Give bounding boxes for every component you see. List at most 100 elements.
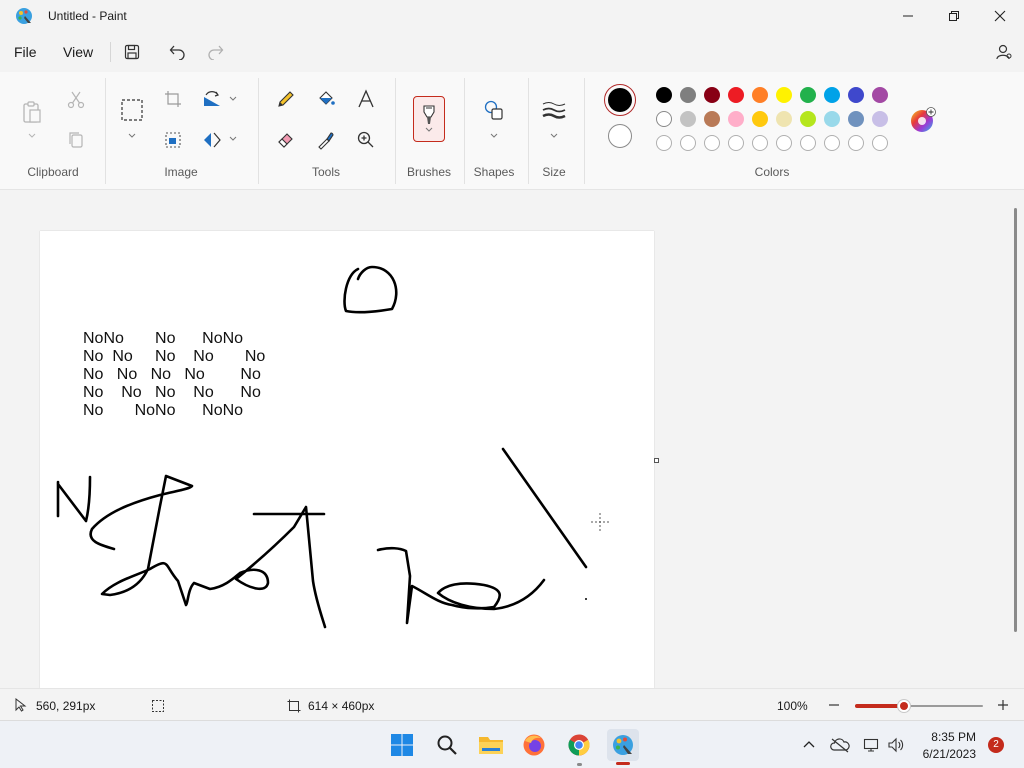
save-icon[interactable] <box>120 40 144 64</box>
fill-icon[interactable] <box>314 87 338 111</box>
zoom-out-button[interactable] <box>827 698 841 715</box>
show-hidden-icons-button[interactable] <box>799 735 819 755</box>
palette-color-swatch[interactable] <box>848 111 864 127</box>
palette-color-swatch[interactable] <box>680 111 696 127</box>
stroke-dot <box>585 598 587 600</box>
plus-icon <box>998 700 1008 710</box>
paste-chevron-icon[interactable] <box>27 131 37 141</box>
notification-badge[interactable]: 2 <box>988 737 1004 753</box>
palette-color-swatch[interactable] <box>752 87 768 103</box>
minus-icon <box>829 704 839 706</box>
stroke-letter-n <box>56 475 92 523</box>
stroke-circle <box>343 265 398 314</box>
zoom-in-button[interactable] <box>996 698 1010 715</box>
firefox-button[interactable] <box>518 729 550 761</box>
restore-button[interactable] <box>931 0 977 32</box>
stroke-diagonal-line <box>501 447 588 569</box>
palette-color-swatch[interactable] <box>800 87 816 103</box>
eraser-icon[interactable] <box>274 128 298 152</box>
rotate-chevron-icon[interactable] <box>228 94 238 104</box>
vertical-scrollbar[interactable] <box>1014 208 1017 632</box>
palette-color-swatch[interactable] <box>704 87 720 103</box>
account-settings-icon[interactable] <box>992 40 1016 64</box>
volume-icon[interactable] <box>886 735 906 755</box>
select-icon[interactable] <box>120 98 144 122</box>
tools-group-label: Tools <box>311 165 340 179</box>
network-icon[interactable] <box>862 735 882 755</box>
palette-color-swatch[interactable] <box>824 135 840 151</box>
palette-color-swatch[interactable] <box>872 135 888 151</box>
undo-icon[interactable] <box>165 40 189 64</box>
rotate-icon[interactable] <box>200 87 224 111</box>
clock-time[interactable]: 8:35 PM <box>924 730 976 744</box>
palette-color-swatch[interactable] <box>848 87 864 103</box>
chrome-button[interactable] <box>563 729 595 761</box>
menu-divider <box>110 42 111 62</box>
drawing-canvas[interactable]: NoNo No NoNo No No No No No No No No No … <box>40 231 654 688</box>
palette-color-swatch[interactable] <box>728 87 744 103</box>
redo-icon[interactable] <box>204 40 228 64</box>
onedrive-icon[interactable] <box>830 735 850 755</box>
view-menu[interactable]: View <box>63 44 93 60</box>
palette-color-swatch[interactable] <box>848 135 864 151</box>
palette-color-swatch[interactable] <box>824 111 840 127</box>
zoom-slider-thumb[interactable] <box>896 699 911 713</box>
flip-icon[interactable] <box>200 128 224 152</box>
size-chevron-icon[interactable] <box>549 131 559 141</box>
palette-color-swatch[interactable] <box>776 87 792 103</box>
select-chevron-icon[interactable] <box>127 131 137 141</box>
paste-icon[interactable] <box>20 98 44 126</box>
shapes-icon[interactable] <box>482 98 506 122</box>
window-title: Untitled - Paint <box>48 9 127 23</box>
chrome-running-indicator <box>577 763 582 766</box>
palette-color-swatch[interactable] <box>656 111 672 127</box>
group-divider <box>584 78 585 184</box>
stroke-scribble-2 <box>376 546 546 625</box>
text-icon[interactable] <box>354 87 378 111</box>
canvas-resize-handle[interactable] <box>654 458 659 463</box>
cut-icon[interactable] <box>64 88 88 112</box>
palette-color-swatch[interactable] <box>680 135 696 151</box>
brushes-chevron-icon <box>425 127 433 132</box>
close-button[interactable] <box>977 0 1023 32</box>
palette-color-swatch[interactable] <box>680 87 696 103</box>
canvas-size: 614 × 460px <box>308 699 375 713</box>
start-button[interactable] <box>386 729 418 761</box>
magnifier-icon[interactable] <box>354 128 378 152</box>
flip-chevron-icon[interactable] <box>228 134 238 144</box>
minimize-button[interactable] <box>885 0 931 32</box>
shapes-chevron-icon[interactable] <box>489 131 499 141</box>
palette-color-swatch[interactable] <box>752 111 768 127</box>
palette-color-swatch[interactable] <box>800 111 816 127</box>
palette-color-swatch[interactable] <box>872 111 888 127</box>
palette-color-swatch[interactable] <box>704 135 720 151</box>
palette-color-swatch[interactable] <box>800 135 816 151</box>
edit-colors-icon[interactable] <box>910 107 936 133</box>
folder-icon <box>479 737 503 754</box>
resize-icon[interactable] <box>161 128 185 152</box>
copy-icon[interactable] <box>64 128 88 152</box>
file-explorer-button[interactable] <box>475 729 507 761</box>
clock-date[interactable]: 6/21/2023 <box>914 747 976 761</box>
palette-color-swatch[interactable] <box>776 111 792 127</box>
palette-color-swatch[interactable] <box>776 135 792 151</box>
stroke-size-icon[interactable] <box>542 98 566 122</box>
search-button[interactable] <box>431 729 463 761</box>
paint-taskbar-button[interactable] <box>607 729 639 761</box>
palette-color-swatch[interactable] <box>728 111 744 127</box>
selection-size-icon <box>151 699 165 716</box>
palette-color-swatch[interactable] <box>728 135 744 151</box>
search-icon <box>437 735 457 755</box>
palette-color-swatch[interactable] <box>704 111 720 127</box>
secondary-color-swatch[interactable] <box>608 124 632 148</box>
pencil-icon[interactable] <box>274 87 298 111</box>
color-picker-icon[interactable] <box>314 128 338 152</box>
palette-color-swatch[interactable] <box>752 135 768 151</box>
crop-icon[interactable] <box>161 87 185 111</box>
brushes-button[interactable] <box>413 96 445 142</box>
palette-color-swatch[interactable] <box>656 135 672 151</box>
file-menu[interactable]: File <box>14 44 37 60</box>
palette-color-swatch[interactable] <box>824 87 840 103</box>
palette-color-swatch[interactable] <box>872 87 888 103</box>
palette-color-swatch[interactable] <box>656 87 672 103</box>
